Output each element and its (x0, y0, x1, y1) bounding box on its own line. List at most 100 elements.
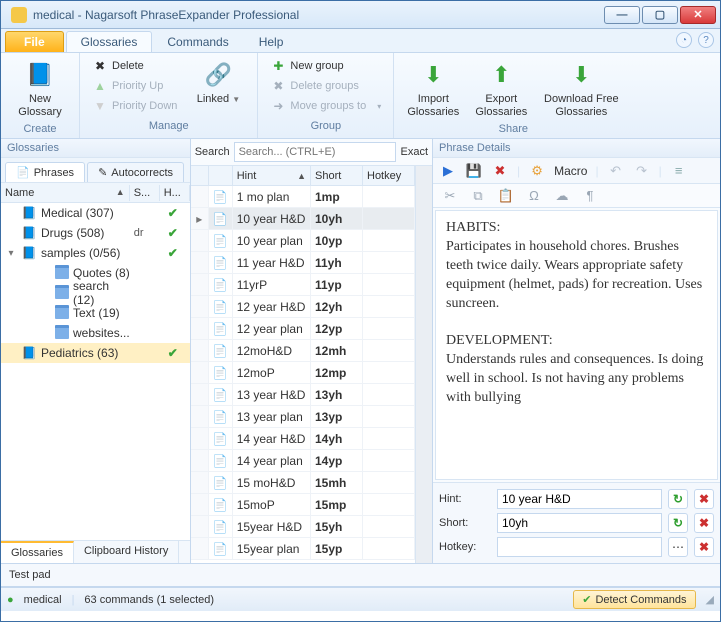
hotkey-input[interactable] (497, 537, 662, 557)
grid-row[interactable]: 📄12moP12mp (191, 362, 415, 384)
export-glossaries-button[interactable]: ⬆ Export Glossaries (470, 57, 532, 121)
short-accept-icon[interactable]: ↻ (668, 513, 688, 533)
grid-row[interactable]: 📄11 year H&D11yh (191, 252, 415, 274)
bottomtab-glossaries[interactable]: Glossaries (1, 541, 74, 563)
exact-label[interactable]: Exact (400, 146, 428, 158)
search-input[interactable] (234, 142, 397, 162)
new-glossary-button[interactable]: 📘 New Glossary (9, 57, 71, 121)
copy-icon[interactable]: ⧉ (469, 187, 487, 205)
grid-row[interactable]: ▸📄10 year H&D10yh (191, 208, 415, 230)
grid-row[interactable]: 📄15year plan15yp (191, 538, 415, 560)
new-group-button[interactable]: ✚New group (266, 57, 385, 75)
row-handle[interactable] (191, 406, 209, 427)
grid-row[interactable]: 📄15moP15mp (191, 494, 415, 516)
detect-commands-button[interactable]: ✔ Detect Commands (573, 590, 695, 609)
phrase-content[interactable]: HABITS: Participates in household chores… (435, 210, 718, 480)
grid-row[interactable]: 📄15year H&D15yh (191, 516, 415, 538)
pilcrow-icon[interactable]: ¶ (581, 187, 599, 205)
tab-commands[interactable]: Commands (152, 31, 243, 52)
glossary-tree[interactable]: 📘Medical (307)✔📘Drugs (508)dr✔▾📘samples … (1, 203, 190, 540)
tree-item[interactable]: 📘Drugs (508)dr✔ (1, 223, 190, 243)
tree-item[interactable]: 📘Medical (307)✔ (1, 203, 190, 223)
undo-icon[interactable]: ↶ (607, 162, 625, 180)
row-handle[interactable] (191, 428, 209, 449)
hotkey-browse-icon[interactable]: ⋯ (668, 537, 688, 557)
hint-accept-icon[interactable]: ↻ (668, 489, 688, 509)
col-short[interactable]: Short (311, 166, 363, 185)
close-button[interactable]: ✕ (680, 6, 716, 24)
grid-row[interactable]: 📄10 year plan10yp (191, 230, 415, 252)
omega-icon[interactable]: Ω (525, 187, 543, 205)
priority-down-button[interactable]: ▼Priority Down (88, 97, 181, 115)
tab-help[interactable]: Help (244, 31, 299, 52)
short-input[interactable] (497, 513, 662, 533)
tab-glossaries[interactable]: Glossaries (66, 31, 153, 52)
grid-row[interactable]: 📄11yrP11yp (191, 274, 415, 296)
paragraph-icon[interactable]: ≡ (670, 162, 688, 180)
row-handle[interactable] (191, 472, 209, 493)
grid-row[interactable]: 📄13 year plan13yp (191, 406, 415, 428)
delete-button[interactable]: ✖Delete (88, 57, 181, 75)
grid-row[interactable]: 📄15 moH&D15mh (191, 472, 415, 494)
grid-row[interactable]: 📄12 year plan12yp (191, 318, 415, 340)
download-glossaries-button[interactable]: ⬇ Download Free Glossaries (538, 57, 624, 121)
help-icon[interactable]: ? (698, 32, 714, 48)
phrase-grid[interactable]: 📄1 mo plan1mp▸📄10 year H&D10yh📄10 year p… (191, 186, 415, 563)
grid-row[interactable]: 📄14 year plan14yp (191, 450, 415, 472)
save-icon[interactable]: 💾 (465, 162, 483, 180)
tree-item[interactable]: search (12) (1, 283, 190, 303)
maximize-button[interactable]: ▢ (642, 6, 678, 24)
col-hint[interactable]: Hint (237, 170, 257, 182)
macro-button[interactable]: Macro (554, 164, 587, 178)
row-handle[interactable] (191, 318, 209, 339)
play-icon[interactable]: ▶ (439, 162, 457, 180)
row-handle[interactable] (191, 230, 209, 251)
row-handle[interactable] (191, 186, 209, 207)
row-handle[interactable]: ▸ (191, 208, 209, 229)
grid-row[interactable]: 📄12 year H&D12yh (191, 296, 415, 318)
col-name[interactable]: Name (5, 187, 34, 199)
row-handle[interactable] (191, 516, 209, 537)
bottomtab-clipboard[interactable]: Clipboard History (74, 541, 179, 563)
col-s[interactable]: S... (130, 185, 160, 201)
row-handle[interactable] (191, 384, 209, 405)
gear-icon[interactable]: ⚙ (528, 162, 546, 180)
tab-file[interactable]: File (5, 31, 64, 52)
paste-icon[interactable]: 📋 (497, 187, 515, 205)
linked-button[interactable]: 🔗 Linked ▼ (187, 57, 249, 108)
expand-icon[interactable]: ▾ (5, 248, 17, 259)
style-icon[interactable]: ◔ (676, 32, 692, 48)
grid-scrollbar[interactable] (415, 166, 432, 563)
row-handle[interactable] (191, 362, 209, 383)
subtab-autocorrects[interactable]: ✎Autocorrects (87, 162, 184, 182)
grid-row[interactable]: 📄1 mo plan1mp (191, 186, 415, 208)
cloud-icon[interactable]: ☁ (553, 187, 571, 205)
delete-icon[interactable]: ✖ (491, 162, 509, 180)
tree-item[interactable]: ▾📘samples (0/56)✔ (1, 243, 190, 263)
delete-groups-button[interactable]: ✖Delete groups (266, 77, 385, 95)
grid-row[interactable]: 📄12moH&D12mh (191, 340, 415, 362)
import-glossaries-button[interactable]: ⬇ Import Glossaries (402, 57, 464, 121)
hint-input[interactable] (497, 489, 662, 509)
row-handle[interactable] (191, 274, 209, 295)
redo-icon[interactable]: ↷ (633, 162, 651, 180)
grid-row[interactable]: 📄13 year H&D13yh (191, 384, 415, 406)
subtab-phrases[interactable]: 📄Phrases (5, 162, 85, 182)
grid-row[interactable]: 📄14 year H&D14yh (191, 428, 415, 450)
col-h[interactable]: H... (160, 185, 190, 201)
row-handle[interactable] (191, 252, 209, 273)
hint-cancel-icon[interactable]: ✖ (694, 489, 714, 509)
tree-item[interactable]: websites... (1, 323, 190, 343)
hotkey-cancel-icon[interactable]: ✖ (694, 537, 714, 557)
short-cancel-icon[interactable]: ✖ (694, 513, 714, 533)
move-groups-button[interactable]: ➜Move groups to ▾ (266, 97, 385, 115)
test-pad[interactable]: Test pad (1, 563, 720, 587)
row-handle[interactable] (191, 538, 209, 559)
tree-item[interactable]: 📘Pediatrics (63)✔ (1, 343, 190, 363)
resize-grip-icon[interactable]: ◢ (706, 593, 714, 606)
row-handle[interactable] (191, 340, 209, 361)
cut-icon[interactable]: ✂ (441, 187, 459, 205)
row-handle[interactable] (191, 494, 209, 515)
row-handle[interactable] (191, 296, 209, 317)
priority-up-button[interactable]: ▲Priority Up (88, 77, 181, 95)
